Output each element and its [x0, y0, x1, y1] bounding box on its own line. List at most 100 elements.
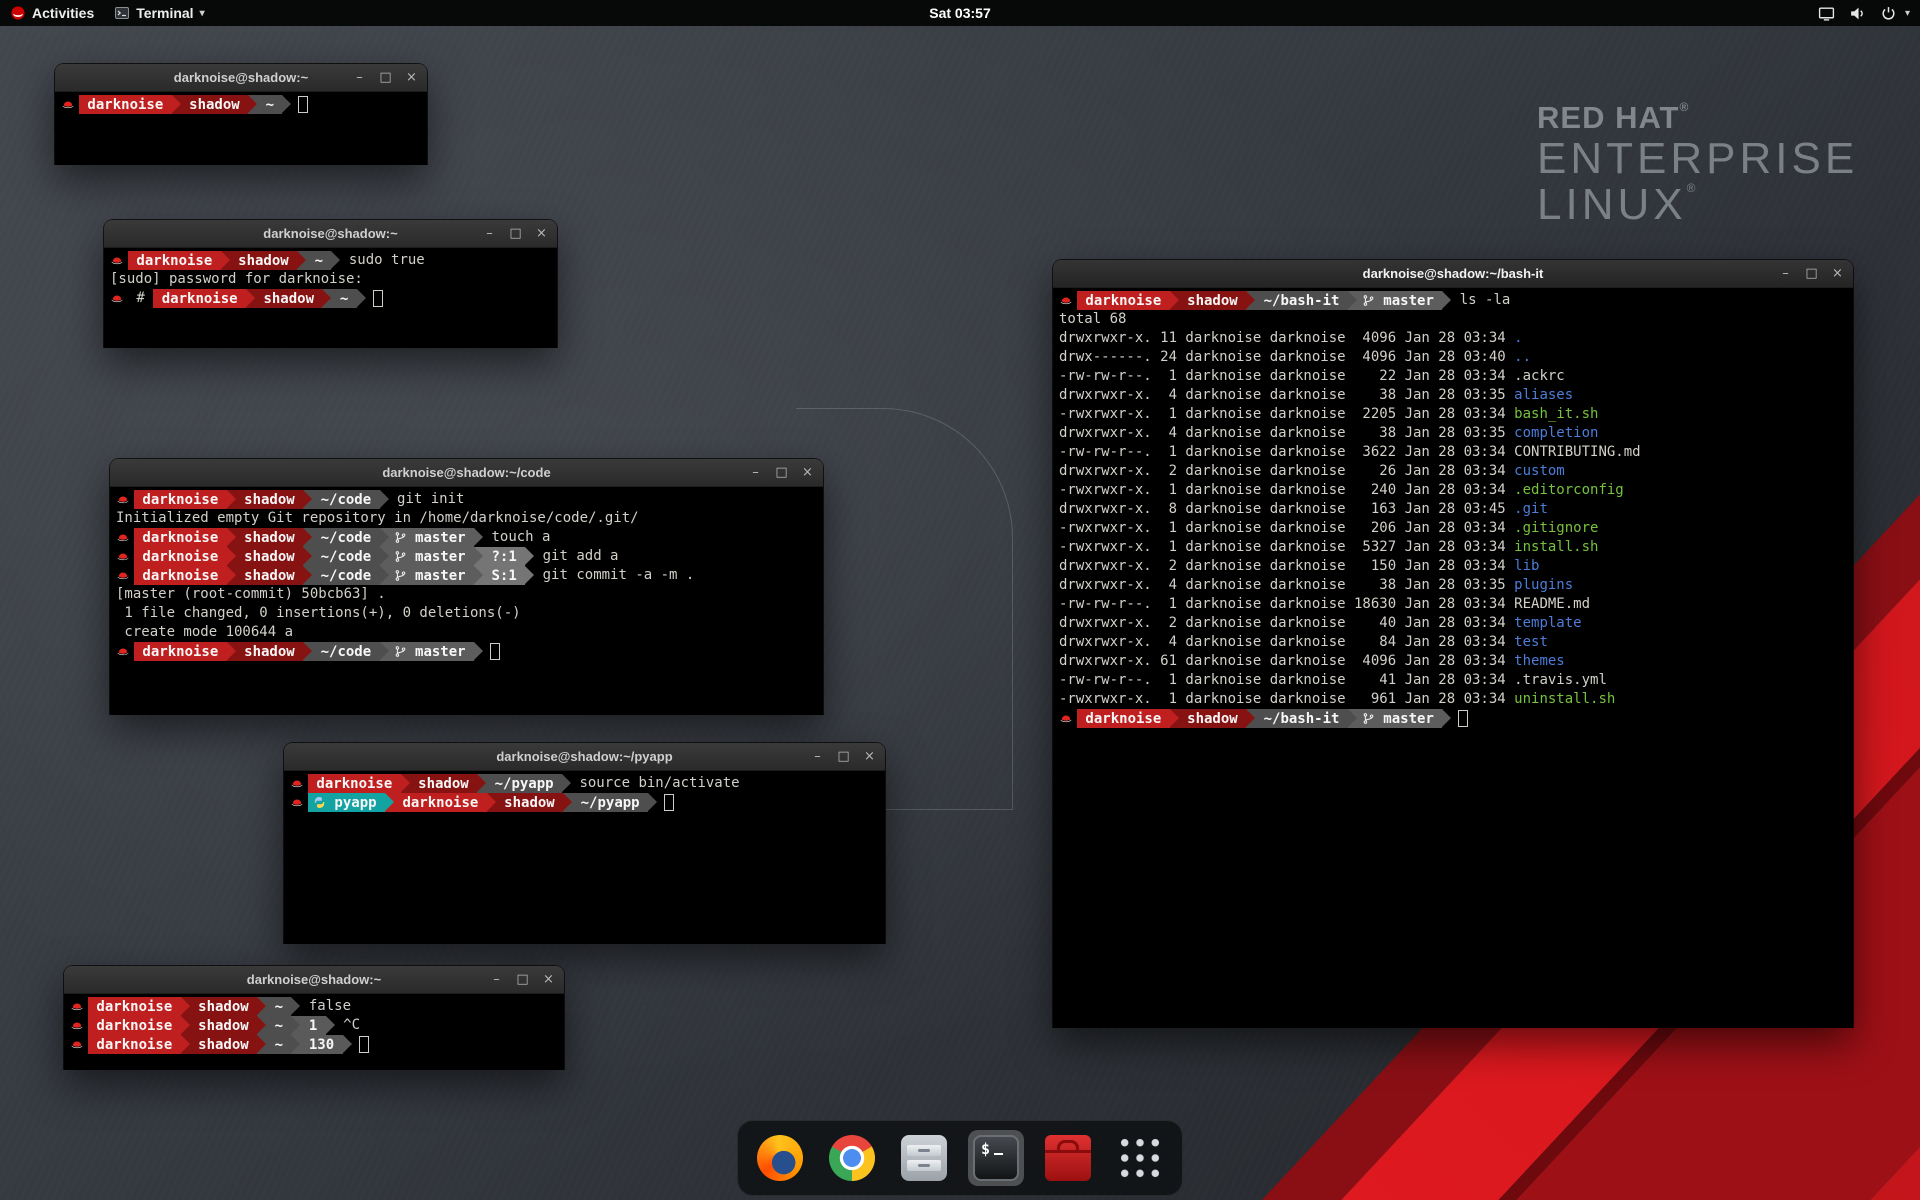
window-titlebar[interactable]: darknoise@shadow:~/bash-it–□× — [1053, 260, 1853, 288]
terminal-text: completion — [1514, 424, 1598, 443]
terminal-text: -rw-rw-r--. 1 darknoise darknoise 22 Jan… — [1059, 367, 1514, 386]
redhat-icon — [1059, 291, 1077, 310]
dock-item-firefox[interactable] — [752, 1130, 808, 1186]
maximize-button[interactable]: □ — [1805, 266, 1818, 281]
maximize-button[interactable]: □ — [509, 226, 522, 241]
terminal-screen[interactable]: darknoise shadow ~ — [55, 92, 427, 165]
prompt-segment-host: shadow — [410, 774, 477, 793]
close-button[interactable]: × — [863, 749, 876, 764]
powerline-separator-icon — [563, 793, 572, 812]
close-button[interactable]: × — [535, 226, 548, 241]
minimize-button[interactable]: – — [811, 749, 824, 764]
terminal-text: -rw-rw-r--. 1 darknoise darknoise 18630 … — [1059, 595, 1514, 614]
terminal-cursor — [359, 1036, 369, 1053]
minimize-button[interactable]: – — [749, 465, 762, 480]
terminal-screen[interactable]: darknoise shadow ~/bash-it master ls -la… — [1053, 288, 1853, 1028]
dock-item-app-grid[interactable] — [1112, 1130, 1168, 1186]
dock-item-files[interactable] — [896, 1130, 952, 1186]
powerline-separator-icon — [487, 793, 496, 812]
terminal-line: [master (root-commit) 50bcb63] . — [116, 585, 819, 604]
powerline-separator-icon — [297, 251, 306, 270]
prompt-segment-exit: 130 — [300, 1035, 342, 1054]
window-titlebar[interactable]: darknoise@shadow:~ –□ × — [64, 966, 564, 994]
terminal-line: darknoise shadow ~/bash-it master ls -la — [1059, 291, 1849, 310]
redhat-icon — [70, 997, 88, 1016]
maximize-button[interactable]: □ — [837, 749, 850, 764]
terminal-window-home[interactable]: darknoise@shadow:~ –□ × darknoise shadow ~ — [55, 64, 427, 164]
powerline-separator-icon — [401, 774, 410, 793]
files-icon — [901, 1135, 947, 1181]
terminal-screen[interactable]: darknoise shadow ~/pyapp source bin/acti… — [284, 771, 885, 944]
terminal-screen[interactable]: darknoise shadow ~/code git initInitiali… — [110, 487, 823, 715]
minimize-button[interactable]: – — [1779, 266, 1792, 281]
window-title: darknoise@shadow:~ — [174, 70, 308, 85]
terminal-text: drwxrwxr-x. 2 darknoise darknoise 26 Jan… — [1059, 462, 1514, 481]
powerline-separator-icon — [227, 642, 236, 661]
window-titlebar[interactable]: darknoise@shadow:~/code–□× — [110, 459, 823, 487]
powerline-separator-icon — [221, 251, 230, 270]
maximize-button[interactable]: □ — [379, 70, 392, 85]
terminal-text: .. — [1514, 348, 1531, 367]
activities-button[interactable]: Activities — [0, 0, 104, 26]
terminal-window-exit-codes[interactable]: darknoise@shadow:~ –□ × darknoise shadow ~… — [64, 966, 564, 1069]
terminal-text: test — [1514, 633, 1548, 652]
close-button[interactable]: × — [801, 465, 814, 480]
terminal-window-code[interactable]: darknoise@shadow:~/code–□× darknoise sha… — [110, 459, 823, 714]
terminal-window-bash-it[interactable]: darknoise@shadow:~/bash-it–□× darknoise … — [1053, 260, 1853, 1027]
window-titlebar[interactable]: darknoise@shadow:~ –□ × — [104, 220, 557, 248]
terminal-line: drwxrwxr-x. 4 darknoise darknoise 38 Jan… — [1059, 576, 1849, 595]
terminal-line: -rw-rw-r--. 1 darknoise darknoise 18630 … — [1059, 595, 1849, 614]
close-button[interactable]: × — [405, 70, 418, 85]
minimize-button[interactable]: – — [353, 70, 366, 85]
terminal-text: ls -la — [1451, 291, 1510, 310]
display-status-icon[interactable] — [1812, 5, 1841, 22]
close-button[interactable]: × — [1831, 266, 1844, 281]
prompt-segment-path: ~ — [266, 1035, 291, 1054]
powerline-separator-icon — [303, 547, 312, 566]
powerline-separator-icon — [1348, 709, 1357, 728]
window-title: darknoise@shadow:~ — [263, 226, 397, 241]
prompt-segment-host: shadow — [181, 95, 248, 114]
clock-button[interactable]: Sat 03:57 — [923, 0, 996, 26]
powerline-separator-icon — [385, 793, 394, 812]
powerline-separator-icon — [380, 642, 389, 661]
dock-item-chrome[interactable] — [824, 1130, 880, 1186]
power-status-icon[interactable] — [1874, 5, 1903, 22]
terminal-text: drwxrwxr-x. 4 darknoise darknoise 84 Jan… — [1059, 633, 1514, 652]
powerline-separator-icon — [291, 1035, 300, 1054]
prompt-segment-branch: master — [389, 528, 474, 547]
terminal-screen[interactable]: darknoise shadow ~ sudo true[sudo] passw… — [104, 248, 557, 348]
window-titlebar[interactable]: darknoise@shadow:~/pyapp–□× — [284, 743, 885, 771]
app-menu-button[interactable]: Terminal ▾ — [104, 0, 214, 26]
terminal-line: -rwxrwxr-x. 1 darknoise darknoise 2205 J… — [1059, 405, 1849, 424]
redhat-icon — [110, 251, 128, 270]
terminal-line: -rwxrwxr-x. 1 darknoise darknoise 240 Ja… — [1059, 481, 1849, 500]
minimize-button[interactable]: – — [490, 972, 503, 987]
chevron-down-icon: ▾ — [200, 8, 205, 19]
window-title: darknoise@shadow:~ — [247, 972, 381, 987]
terminal-text: # — [128, 289, 153, 308]
terminal-text: git add a — [534, 547, 618, 566]
powerline-separator-icon — [181, 997, 190, 1016]
terminal-text: drwxrwxr-x. 61 darknoise darknoise 4096 … — [1059, 652, 1514, 671]
volume-status-icon[interactable] — [1843, 5, 1872, 22]
maximize-button[interactable]: □ — [516, 972, 529, 987]
terminal-text: drwxrwxr-x. 4 darknoise darknoise 38 Jan… — [1059, 424, 1514, 443]
minimize-button[interactable]: – — [483, 226, 496, 241]
window-titlebar[interactable]: darknoise@shadow:~ –□ × — [55, 64, 427, 92]
dock-item-terminal[interactable]: $ — [968, 1130, 1024, 1186]
terminal-window-sudo[interactable]: darknoise@shadow:~ –□ × darknoise shadow ~… — [104, 220, 557, 347]
terminal-cursor — [490, 643, 500, 660]
terminal-screen[interactable]: darknoise shadow ~ false darknoise shado… — [64, 994, 564, 1070]
terminal-window-pyapp[interactable]: darknoise@shadow:~/pyapp–□× darknoise sh… — [284, 743, 885, 943]
maximize-button[interactable]: □ — [775, 465, 788, 480]
powerline-separator-icon — [303, 642, 312, 661]
close-button[interactable]: × — [542, 972, 555, 987]
powerline-separator-icon — [474, 528, 483, 547]
dock-item-toolbox[interactable] — [1040, 1130, 1096, 1186]
firefox-icon — [757, 1135, 803, 1181]
terminal-line: -rw-rw-r--. 1 darknoise darknoise 3622 J… — [1059, 443, 1849, 462]
terminal-line: darknoise shadow ~ 1 ^C — [70, 1016, 560, 1035]
prompt-segment-path: ~ — [266, 1016, 291, 1035]
prompt-segment-path: ~/pyapp — [486, 774, 562, 793]
